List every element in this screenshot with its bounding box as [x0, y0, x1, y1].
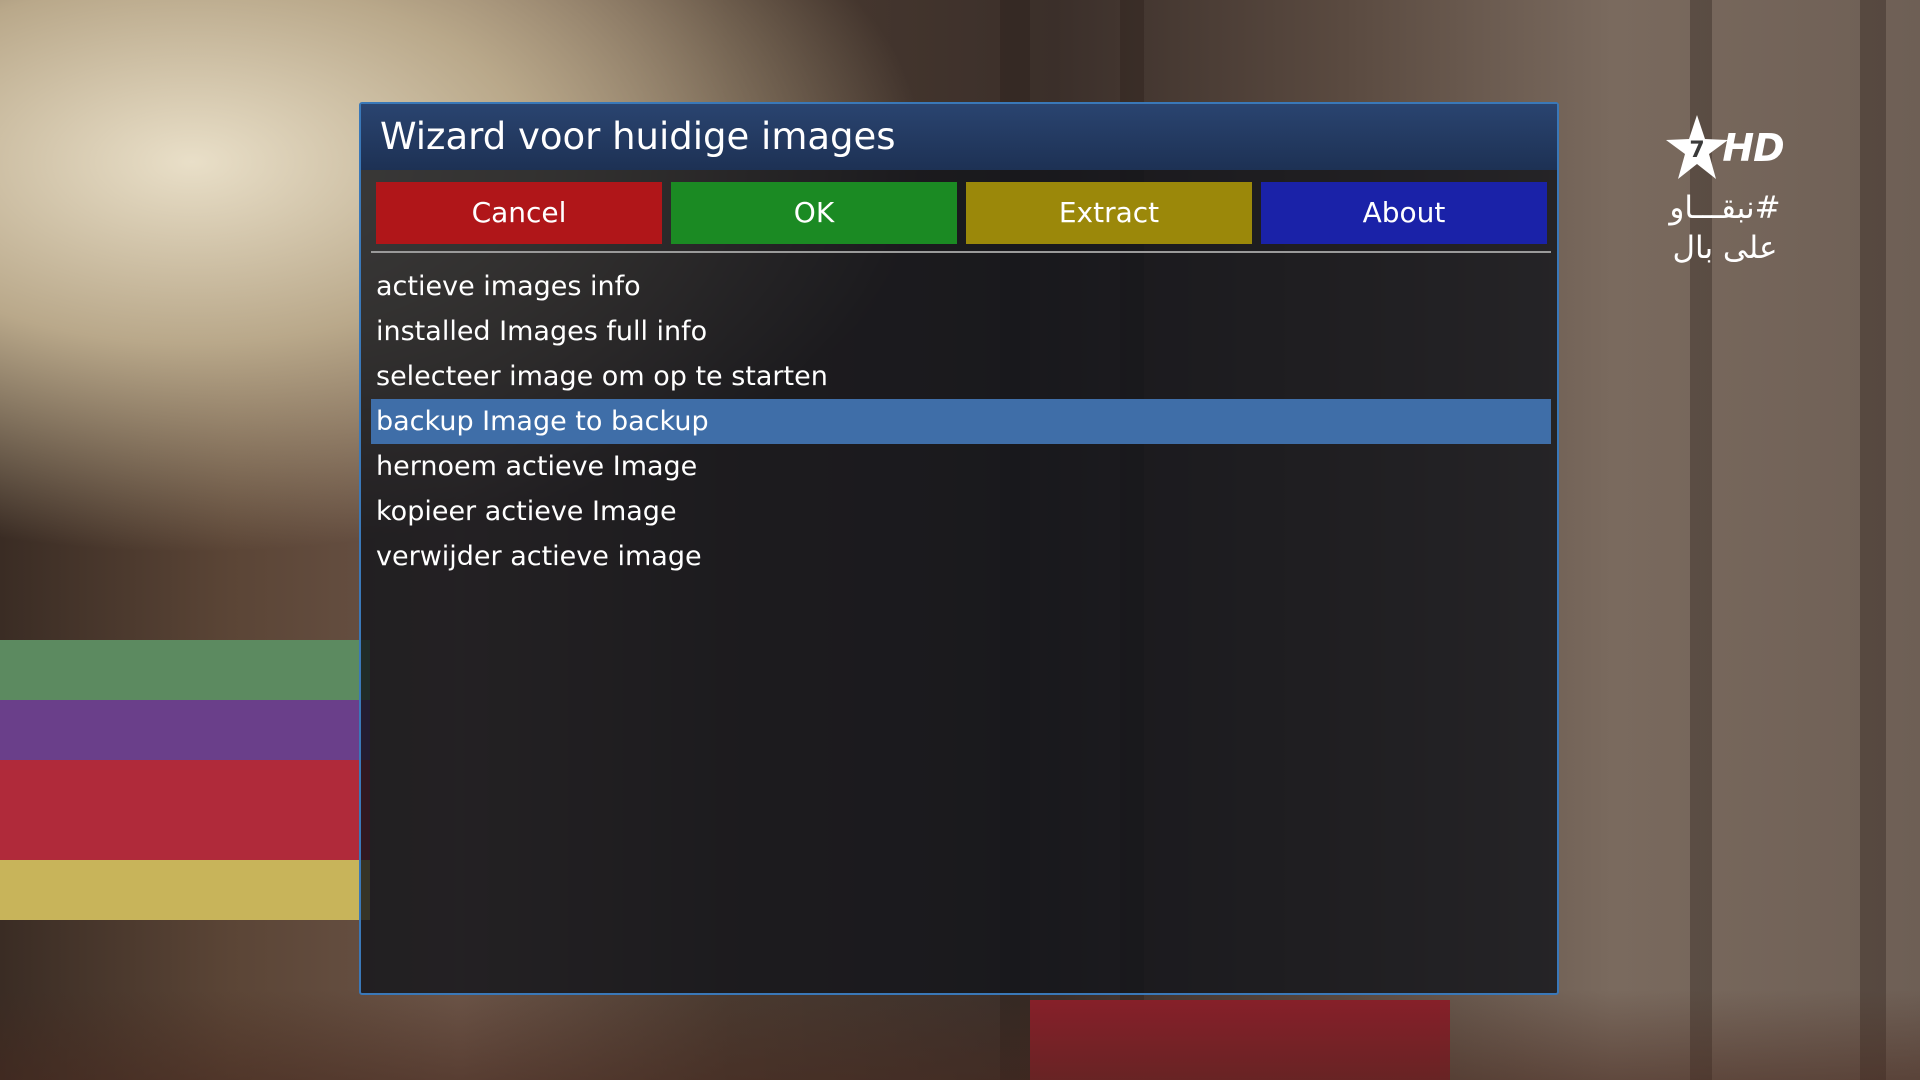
- color-button-bar: Cancel OK Extract About: [376, 182, 1547, 244]
- extract-button[interactable]: Extract: [966, 182, 1252, 244]
- ok-button[interactable]: OK: [671, 182, 957, 244]
- background-books: [0, 760, 370, 860]
- channel-logo: 7 HD #نبقـــاو على بال: [1630, 108, 1820, 278]
- menu-item-select-boot-image[interactable]: selecteer image om op te starten: [371, 354, 1551, 399]
- background-floor: [0, 990, 1920, 1080]
- channel-slogan-line2: على بال: [1672, 230, 1778, 266]
- channel-number: 7: [1690, 138, 1705, 163]
- background-books: [0, 700, 370, 760]
- background-curtain-stripe: [1860, 0, 1886, 1080]
- menu-list: actieve images info installed Images ful…: [371, 264, 1551, 579]
- background-books: [0, 640, 370, 700]
- about-button[interactable]: About: [1261, 182, 1547, 244]
- cancel-button[interactable]: Cancel: [376, 182, 662, 244]
- channel-logo-top: 7 HD: [1630, 108, 1820, 188]
- star-icon: 7: [1666, 115, 1729, 179]
- background-books: [0, 860, 370, 920]
- divider: [371, 251, 1551, 253]
- hd-label: HD: [1722, 126, 1784, 170]
- menu-item-delete-active-image[interactable]: verwijder actieve image: [371, 534, 1551, 579]
- channel-slogan-line1: #نبقـــاو: [1669, 190, 1781, 226]
- dialog-titlebar: Wizard voor huidige images: [361, 104, 1557, 170]
- menu-item-copy-active-image[interactable]: kopieer actieve Image: [371, 489, 1551, 534]
- menu-item-active-images-info[interactable]: actieve images info: [371, 264, 1551, 309]
- dialog-title: Wizard voor huidige images: [380, 115, 896, 158]
- tv-screen: 7 HD #نبقـــاو على بال Wizard voor huidi…: [0, 0, 1920, 1080]
- menu-item-rename-active-image[interactable]: hernoem actieve Image: [371, 444, 1551, 489]
- menu-item-installed-images-full-info[interactable]: installed Images full info: [371, 309, 1551, 354]
- menu-item-backup-image[interactable]: backup Image to backup: [371, 399, 1551, 444]
- image-wizard-dialog: Wizard voor huidige images Cancel OK Ext…: [359, 102, 1559, 995]
